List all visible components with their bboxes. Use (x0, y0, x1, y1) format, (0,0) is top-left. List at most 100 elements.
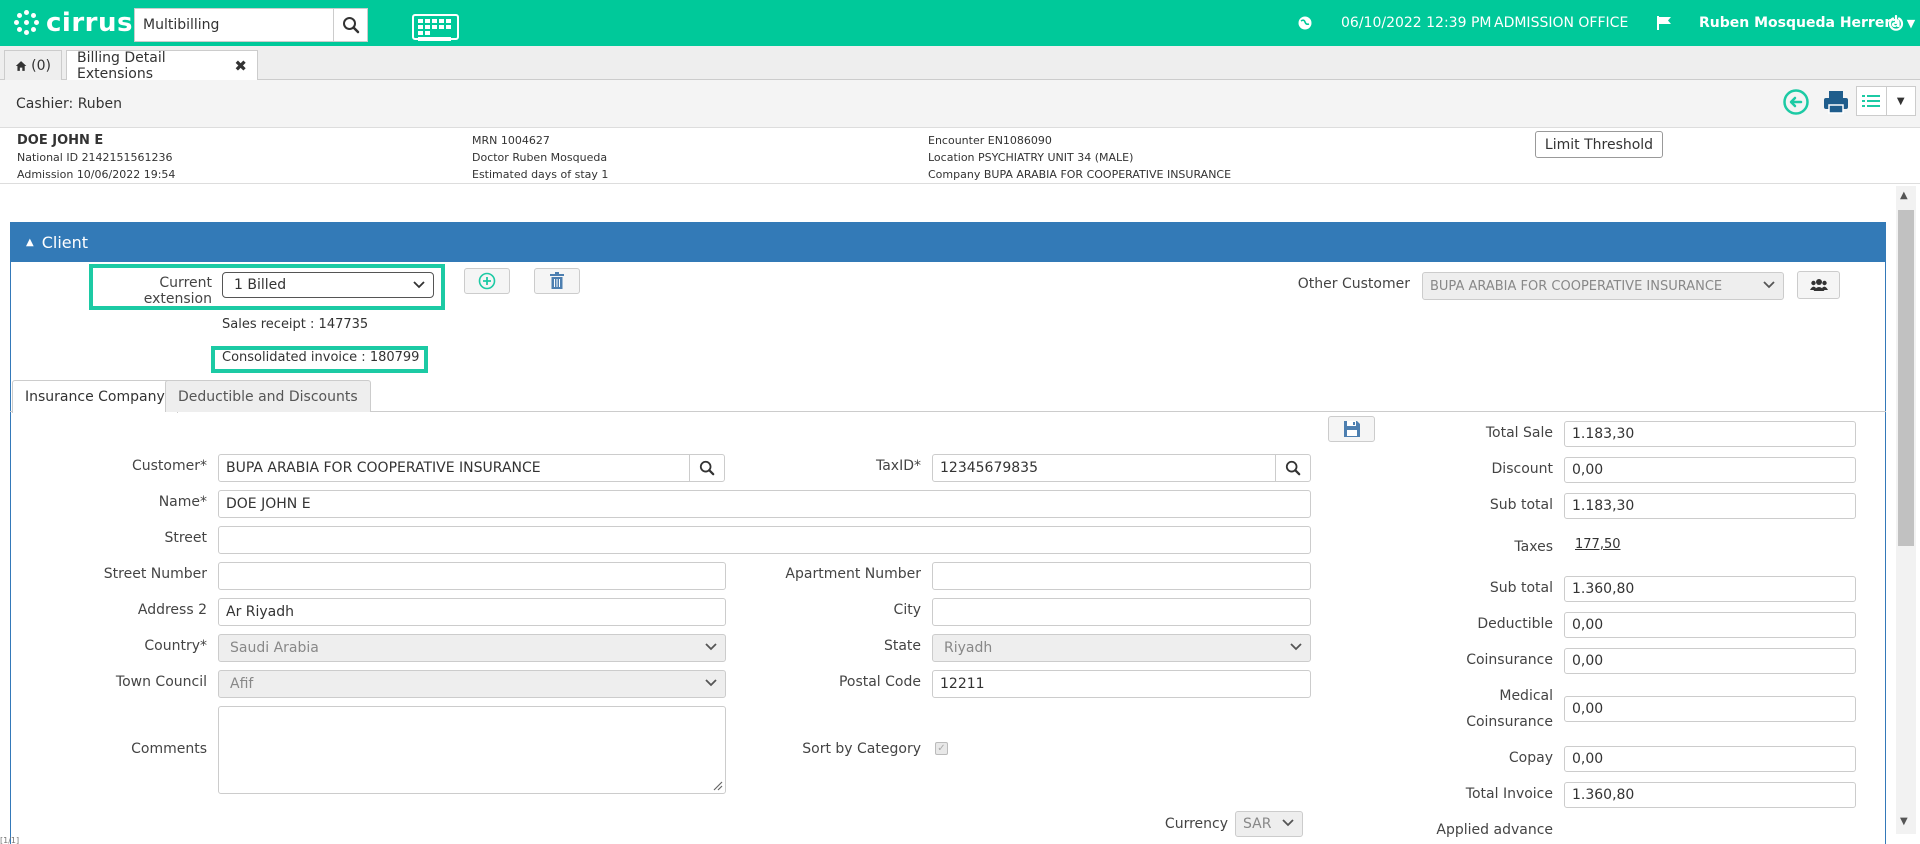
plus-circle-icon (478, 272, 496, 290)
state-select[interactable]: Riyadh (932, 634, 1311, 662)
discount-input[interactable]: 0,00 (1564, 457, 1856, 483)
scroll-up-icon[interactable]: ▲ (1900, 190, 1908, 201)
medical-coinsurance-input[interactable]: 0,00 (1564, 696, 1856, 722)
coinsurance-value: 0,00 (1572, 653, 1604, 669)
taxid-search-button[interactable] (1275, 454, 1311, 482)
customer-label: Customer* (131, 458, 207, 474)
chevron-down-icon (705, 643, 717, 651)
name-label: Name* (158, 494, 207, 510)
taxid-input[interactable]: 12345679835 (932, 454, 1276, 482)
power-icon[interactable] (1888, 0, 1904, 46)
consolidated-invoice: Consolidated invoice : 180799 (222, 350, 420, 365)
taxes-label: Taxes (1514, 539, 1553, 555)
floppy-icon (1343, 421, 1360, 437)
total-invoice-input[interactable]: 1.360,80 (1564, 782, 1856, 808)
close-icon[interactable]: ✖ (234, 57, 247, 75)
customer-input[interactable]: BUPA ARABIA FOR COOPERATIVE INSURANCE (218, 454, 690, 482)
delete-extension-button[interactable] (534, 268, 580, 294)
customer-search-button[interactable] (689, 454, 725, 482)
workspace-tabs: (0) Billing Detail Extensions ✖ (0, 46, 1920, 82)
town-council-select[interactable]: Afif (218, 670, 726, 698)
admission-value: 10/06/2022 19:54 (76, 168, 176, 181)
app-logo[interactable]: cirrus (14, 8, 133, 38)
other-customer-button[interactable] (1797, 271, 1840, 299)
caret-up-icon: ▲ (26, 236, 34, 248)
current-extension-select[interactable]: 1 Billed (222, 272, 434, 298)
doctor-label: Doctor (472, 151, 509, 164)
apartment-label: Apartment Number (785, 566, 921, 582)
global-search-button[interactable] (333, 9, 367, 41)
city-label: City (893, 602, 921, 618)
resize-handle-icon[interactable] (713, 781, 723, 791)
search-icon (1285, 460, 1301, 476)
street-input[interactable] (218, 526, 1311, 554)
back-icon[interactable] (1782, 88, 1810, 120)
keyboard-icon[interactable] (412, 14, 459, 41)
add-extension-button[interactable] (464, 268, 510, 294)
list-icon[interactable] (1857, 87, 1886, 115)
country-label: Country* (144, 638, 207, 654)
postal-code-value: 12211 (940, 676, 985, 692)
comments-label: Comments (131, 741, 207, 757)
tab-home-label: (0) (31, 57, 51, 74)
coinsurance-input[interactable]: 0,00 (1564, 648, 1856, 674)
national-id-value: 2142151561236 (81, 151, 173, 164)
medical-coinsurance-label-2: Coinsurance (1466, 714, 1553, 730)
stay-value: 1 (601, 168, 609, 181)
street-label: Street (164, 530, 207, 546)
street-number-label: Street Number (103, 566, 207, 582)
sort-by-category-label: Sort by Category (802, 741, 921, 757)
top-bar: cirrus 06/10/2022 12:39 PM ADMISSION OFF… (0, 0, 1920, 46)
global-search (134, 8, 368, 42)
flag-icon[interactable] (1656, 0, 1672, 46)
client-panel-header[interactable]: ▲ Client (10, 222, 1886, 262)
user-name: Ruben Mosqueda Herrera (1699, 15, 1901, 31)
subtotal-value: 1.183,30 (1572, 498, 1635, 514)
current-extension-value: 1 Billed (234, 277, 287, 293)
save-button[interactable] (1328, 416, 1375, 442)
print-icon[interactable] (1822, 88, 1850, 120)
tab-insurance-company[interactable]: Insurance Company (12, 380, 178, 413)
deductible-label: Deductible (1477, 616, 1553, 632)
search-icon (699, 460, 715, 476)
tab-deductible-discounts[interactable]: Deductible and Discounts (165, 380, 371, 412)
address2-input[interactable]: Ar Riyadh (218, 598, 726, 626)
taxes-link[interactable]: 177,50 (1575, 537, 1621, 552)
client-panel-title: Client (41, 232, 89, 252)
chevron-down-icon (1290, 643, 1302, 651)
city-input[interactable] (932, 598, 1311, 626)
limit-threshold-button[interactable]: Limit Threshold (1535, 131, 1663, 158)
user-menu[interactable]: Ruben Mosqueda Herrera ▼ (1699, 0, 1915, 46)
comments-textarea[interactable] (218, 706, 726, 794)
caret-down-icon[interactable]: ▼ (1885, 87, 1916, 115)
tab-home[interactable]: (0) (4, 50, 62, 80)
name-input[interactable]: DOE JOHN E (218, 490, 1311, 518)
scrollbar-thumb[interactable] (1898, 210, 1914, 546)
medical-coinsurance-value: 0,00 (1572, 701, 1604, 717)
apartment-input[interactable] (932, 562, 1311, 590)
discount-label: Discount (1491, 461, 1553, 477)
chevron-down-icon (1763, 281, 1775, 289)
deductible-input[interactable]: 0,00 (1564, 612, 1856, 638)
globe-icon[interactable] (1297, 0, 1313, 46)
subtotal-after-tax-input[interactable]: 1.360,80 (1564, 576, 1856, 602)
other-customer-select[interactable]: BUPA ARABIA FOR COOPERATIVE INSURANCE (1422, 272, 1784, 300)
cirrus-logo-icon (14, 10, 40, 36)
copay-input[interactable]: 0,00 (1564, 746, 1856, 772)
copay-value: 0,00 (1572, 751, 1604, 767)
scroll-down-icon[interactable]: ▼ (1900, 816, 1908, 827)
currency-select[interactable]: SAR (1235, 811, 1303, 837)
tab-billing-detail-extensions[interactable]: Billing Detail Extensions ✖ (66, 49, 258, 82)
country-select[interactable]: Saudi Arabia (218, 634, 726, 662)
postal-code-input[interactable]: 12211 (932, 670, 1311, 698)
total-sale-input[interactable]: 1.183,30 (1564, 421, 1856, 447)
global-search-input[interactable] (135, 9, 333, 41)
deductible-value: 0,00 (1572, 617, 1604, 633)
subtotal-input[interactable]: 1.183,30 (1564, 493, 1856, 519)
street-number-input[interactable] (218, 562, 726, 590)
sales-receipt: Sales receipt : 147735 (222, 317, 369, 332)
sort-by-category-checkbox[interactable]: ✓ (935, 742, 948, 755)
tab-billing-label: Billing Detail Extensions (77, 49, 166, 82)
town-council-value: Afif (230, 676, 254, 692)
discount-value: 0,00 (1572, 462, 1604, 478)
